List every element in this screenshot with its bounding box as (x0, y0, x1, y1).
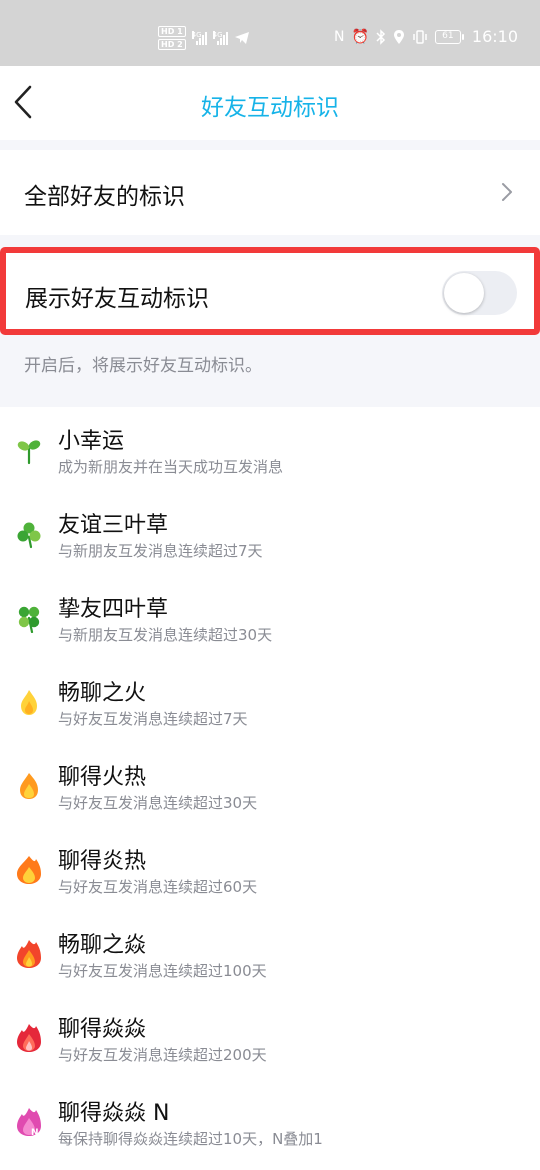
highlight-frame: 展示好友互动标识 (0, 247, 540, 335)
bluetooth-icon (376, 28, 385, 45)
network-type-1: 4G (191, 31, 202, 39)
badge-desc: 与好友互发消息连续超过100天 (58, 962, 267, 980)
list-item: 小幸运 成为新朋友并在当天成功互发消息 (0, 407, 540, 491)
nav-header: 好友互动标识 (0, 66, 540, 140)
pink-flame-icon: N (17, 1108, 41, 1137)
list-item: 挚友四叶草 与新朋友互发消息连续超过30天 (0, 575, 540, 659)
list-item: 聊得火热 与好友互发消息连续超过30天 (0, 743, 540, 827)
signal-icon: 4G (191, 31, 207, 45)
status-bar: HD 1 HD 2 4G 4G N ⏰ 61 16:10 (0, 0, 540, 66)
battery-level: 61 (442, 30, 454, 41)
battery-icon: 61 (434, 29, 464, 44)
list-item: N 聊得焱焱 N 每保持聊得焱焱连续超过10天，N叠加1 (0, 1079, 540, 1163)
show-badges-toggle[interactable] (442, 271, 517, 315)
badge-name: 畅聊之焱 (58, 933, 147, 958)
list-item: 畅聊之焱 与好友互发消息连续超过100天 (0, 911, 540, 995)
show-badges-row: 展示好友互动标识 (6, 253, 534, 329)
badge-desc: 成为新朋友并在当天成功互发消息 (58, 458, 284, 476)
alarm-icon: ⏰ (351, 28, 369, 45)
badge-desc: 与好友互发消息连续超过60天 (58, 878, 258, 896)
badge-desc: 与新朋友互发消息连续超过7天 (58, 542, 263, 560)
four-leaf-clover-icon (18, 606, 40, 633)
location-icon (393, 29, 404, 44)
badge-name: 聊得炎热 (58, 849, 147, 874)
chevron-right-icon (502, 183, 512, 201)
vibrate-icon (413, 29, 427, 44)
hd-badge-1: HD 1 (158, 26, 186, 37)
list-item: 友谊三叶草 与新朋友互发消息连续超过7天 (0, 491, 540, 575)
flame-icon (20, 773, 38, 799)
hd-badge-2: HD 2 (158, 39, 186, 50)
badge-name: 畅聊之火 (58, 681, 147, 706)
badge-name: 聊得火热 (58, 765, 147, 790)
show-badges-label: 展示好友互动标识 (25, 286, 209, 312)
badge-name: 小幸运 (58, 429, 125, 454)
small-flame-icon (21, 690, 37, 715)
three-leaf-clover-icon (17, 522, 41, 549)
page-title: 好友互动标识 (201, 95, 339, 121)
list-item: 聊得焱焱 与好友互发消息连续超过200天 (0, 995, 540, 1079)
nfc-icon: N (333, 28, 345, 45)
list-item: 聊得炎热 与好友互发消息连续超过60天 (0, 827, 540, 911)
badge-list: 小幸运 成为新朋友并在当天成功互发消息 友谊三叶草 与新朋友互发消息连续超过7天… (0, 407, 540, 1170)
badge-desc: 每保持聊得焱焱连续超过10天，N叠加1 (58, 1130, 323, 1148)
list-item: 畅聊之火 与好友互发消息连续超过7天 (0, 659, 540, 743)
badge-desc: 与好友互发消息连续超过7天 (58, 710, 248, 728)
all-friends-badges-label: 全部好友的标识 (24, 184, 185, 210)
toggle-hint: 开启后，将展示好友互动标识。 (24, 356, 262, 376)
badge-name: 聊得焱焱 N (58, 1101, 170, 1126)
network-type-2: 4G (212, 31, 223, 39)
badge-desc: 与好友互发消息连续超过30天 (58, 794, 258, 812)
big-flame-icon (17, 856, 41, 884)
red-flame-icon (17, 940, 41, 968)
crimson-flame-icon (17, 1024, 41, 1052)
status-time: 16:10 (471, 27, 518, 46)
badge-name: 挚友四叶草 (58, 597, 169, 622)
badge-name: 聊得焱焱 (58, 1017, 147, 1042)
sprout-icon (17, 440, 41, 465)
svg-text:N: N (31, 1128, 39, 1137)
toggle-knob (444, 273, 484, 313)
badge-desc: 与好友互发消息连续超过200天 (58, 1046, 267, 1064)
signal-icon-2: 4G (212, 31, 228, 45)
badge-name: 友谊三叶草 (58, 513, 169, 538)
telegram-icon (234, 32, 249, 44)
all-friends-badges-row[interactable]: 全部好友的标识 (0, 150, 540, 235)
badge-desc: 与新朋友互发消息连续超过30天 (58, 626, 273, 644)
